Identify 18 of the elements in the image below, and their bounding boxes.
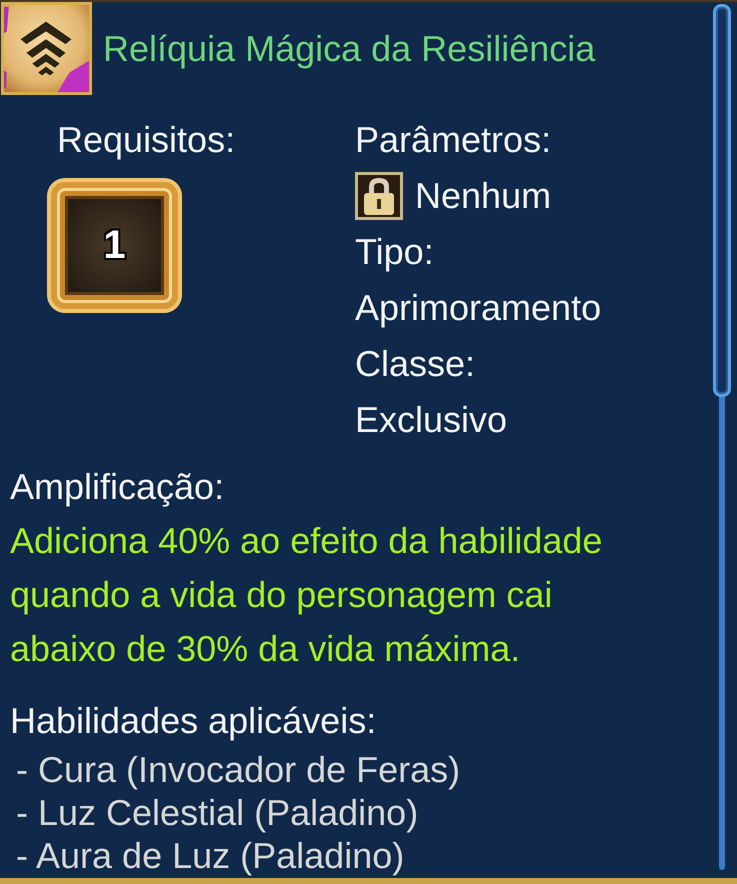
- chevrons-icon: [0, 2, 93, 95]
- item-title: Relíquia Mágica da Resiliência: [103, 28, 596, 70]
- class-label: Classe:: [355, 342, 476, 386]
- scrollbar-thumb[interactable]: [713, 4, 731, 397]
- skill-item: - Luz Celestial (Paladino): [15, 791, 418, 834]
- type-label: Tipo:: [355, 230, 434, 274]
- parameters-label: Parâmetros:: [355, 118, 552, 162]
- amplification-label: Amplificação:: [10, 465, 224, 509]
- requirements-label: Requisitos:: [57, 118, 236, 162]
- requirement-badge: 1: [47, 178, 182, 313]
- scrollbar-track[interactable]: [719, 397, 725, 870]
- skills-label: Habilidades aplicáveis:: [10, 699, 376, 743]
- class-value: Exclusivo: [355, 398, 508, 442]
- skill-item: - Aura de Luz (Paladino): [15, 834, 404, 877]
- type-value: Aprimoramento: [355, 286, 602, 330]
- effect-description: Adiciona 40% ao efeito da habilidade quando a vida do personagem cai abaixo de 30% da vida máxima.: [10, 519, 604, 671]
- skill-item: - Cura (Invocador de Feras): [15, 748, 460, 791]
- parameters-value: Nenhum: [415, 174, 552, 218]
